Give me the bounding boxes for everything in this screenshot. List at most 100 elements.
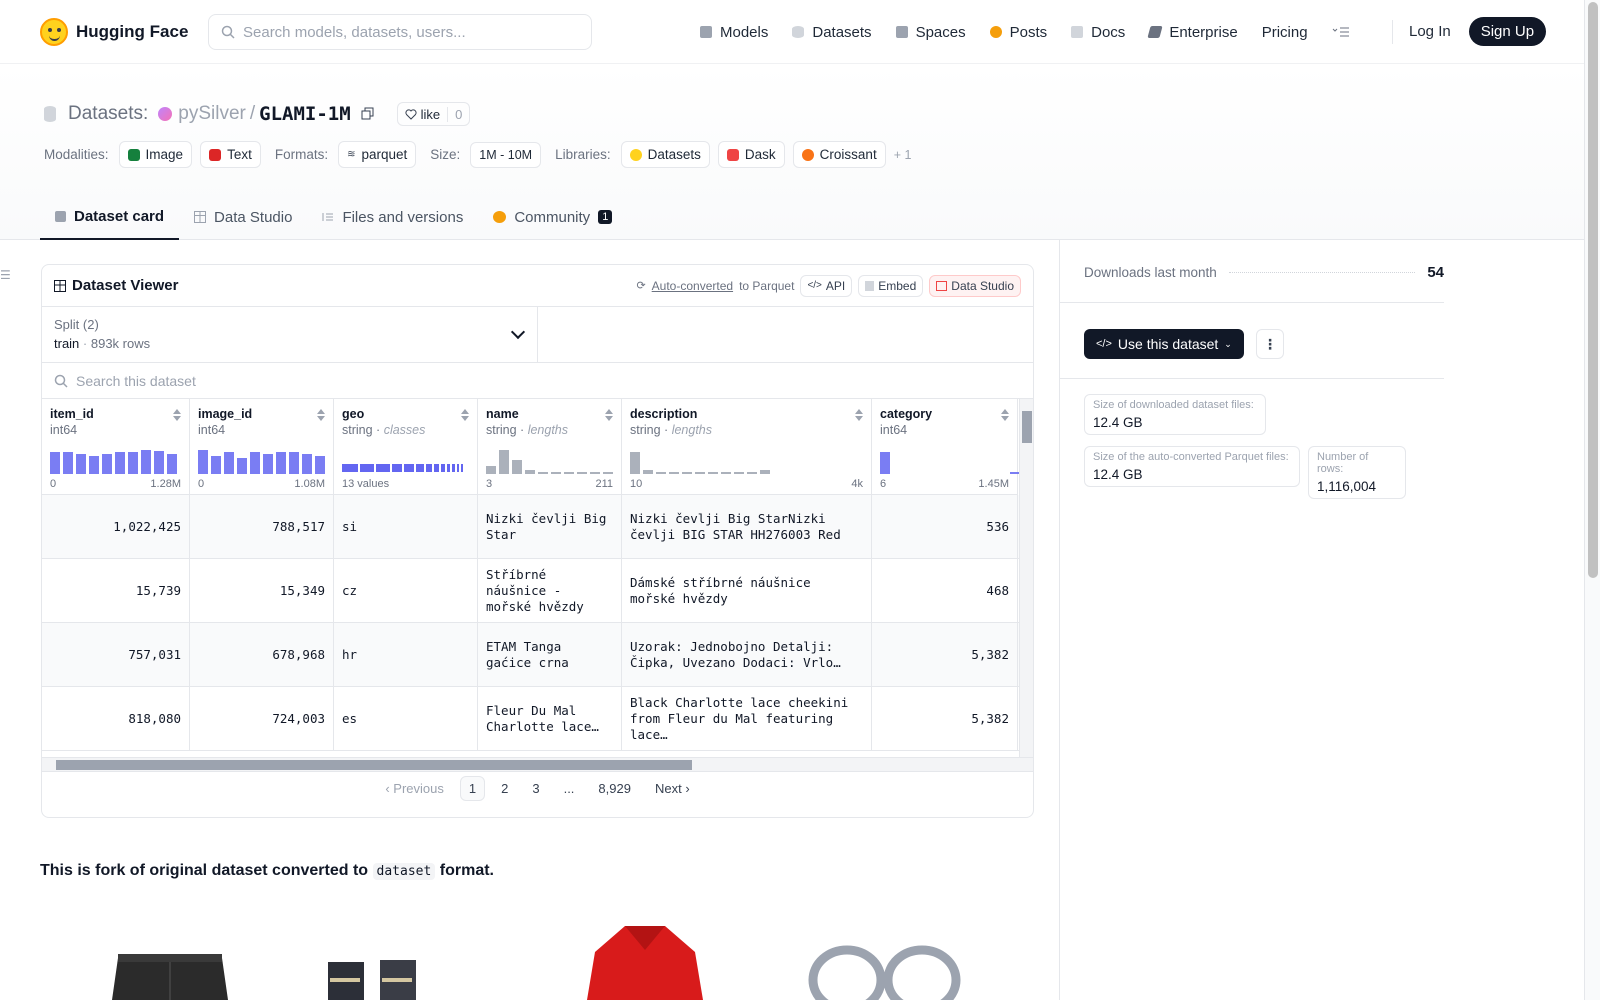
nav-enterprise[interactable]: Enterprise (1147, 24, 1238, 41)
page-3[interactable]: 3 (524, 777, 547, 800)
histogram-bar[interactable] (263, 454, 273, 474)
histogram-bar[interactable] (486, 466, 496, 474)
global-search-input[interactable]: Search models, datasets, users... (208, 14, 592, 50)
use-dataset-button[interactable]: </> Use this dataset ⌄ (1084, 329, 1244, 359)
table-cell-geo[interactable]: si (334, 495, 478, 558)
prev-page-button[interactable]: ‹ Previous (377, 777, 452, 800)
histogram-bar[interactable] (747, 472, 757, 474)
tab-files[interactable]: Files and versions (307, 194, 478, 240)
table-cell-item_id[interactable]: 15,739 (42, 559, 190, 622)
table-cell-image_id[interactable]: 788,517 (190, 495, 334, 558)
histogram-bar[interactable] (880, 452, 890, 474)
table-cell-description[interactable]: Uzorak: Jednobojno Detalji: Čipka, Uveza… (622, 623, 872, 686)
histogram-bar[interactable] (499, 450, 509, 474)
histogram-bar[interactable] (551, 472, 561, 474)
histogram-bar[interactable] (167, 454, 177, 474)
nav-posts[interactable]: Posts (989, 24, 1047, 41)
table-cell-category[interactable]: 536 (872, 495, 1018, 558)
column-header-name[interactable]: name string · lengths 3 211 (478, 399, 622, 495)
next-page-button[interactable]: Next › (647, 777, 698, 800)
histogram-bar[interactable] (564, 472, 574, 474)
histogram-bar[interactable] (721, 472, 731, 474)
column-header-geo[interactable]: geo string · classes 13 values (334, 399, 478, 495)
tag-image[interactable]: Image (118, 141, 193, 168)
column-header-image_id[interactable]: image_id int64 0 1.08M (190, 399, 334, 495)
table-cell-category[interactable]: 5,382 (872, 687, 1018, 750)
table-cell-geo[interactable]: es (334, 687, 478, 750)
histogram-bar[interactable] (237, 458, 247, 474)
table-cell-name[interactable]: Stříbrné náušnice - mořské hvězdy (478, 559, 622, 622)
sidebar-toggle-icon[interactable]: ☰ (0, 268, 11, 282)
histogram-bar[interactable] (276, 452, 286, 474)
histogram-bar[interactable] (154, 451, 164, 474)
sort-icon[interactable] (317, 409, 325, 421)
histogram-bar[interactable] (302, 454, 312, 474)
split-selector[interactable]: Split (2) train · 893k rows (42, 307, 538, 362)
table-cell-item_id[interactable]: 757,031 (42, 623, 190, 686)
histogram-bar[interactable] (141, 450, 151, 474)
table-cell-image_id[interactable]: 724,003 (190, 687, 334, 750)
table-row[interactable]: 818,080 724,003 es Fleur Du Mal Charlotte l… (42, 687, 1033, 751)
nav-spaces[interactable]: Spaces (895, 24, 966, 41)
histogram-bar[interactable] (695, 472, 705, 474)
data-studio-button[interactable]: Data Studio (929, 274, 1021, 297)
page-1[interactable]: 1 (459, 776, 486, 801)
tag-croissant[interactable]: Croissant (792, 141, 886, 168)
histogram-bar[interactable] (289, 452, 299, 474)
nav-pricing[interactable]: Pricing (1262, 24, 1308, 41)
table-cell-category[interactable]: 468 (872, 559, 1018, 622)
vertical-scrollbar[interactable] (1019, 399, 1033, 757)
histogram-bar[interactable] (643, 470, 653, 474)
page-scrollbar[interactable] (1584, 0, 1600, 1000)
histogram-bar[interactable] (102, 454, 112, 474)
auto-converted-link[interactable]: Auto-converted (652, 279, 733, 293)
signup-button[interactable]: Sign Up (1468, 17, 1547, 46)
histogram-bar[interactable] (708, 472, 718, 474)
table-cell-image_id[interactable]: 678,968 (190, 623, 334, 686)
sort-icon[interactable] (605, 409, 613, 421)
histogram-bar[interactable] (115, 452, 125, 474)
histogram-bar[interactable] (630, 452, 640, 474)
histogram-bar[interactable] (734, 472, 744, 474)
histogram-bar[interactable] (656, 472, 666, 474)
histogram-bar[interactable] (315, 456, 325, 474)
tag-parquet[interactable]: ≋ parquet (338, 141, 417, 168)
nav-models[interactable]: Models (700, 24, 768, 41)
repo-name[interactable]: GLAMI-1M (259, 103, 351, 125)
histogram-bar[interactable] (760, 470, 770, 474)
repo-owner[interactable]: pySilver (178, 103, 246, 125)
table-cell-description[interactable]: Nizki čevlji Big StarNizki čevlji BIG ST… (622, 495, 872, 558)
sort-icon[interactable] (855, 409, 863, 421)
tab-community[interactable]: Community 1 (478, 194, 627, 240)
table-cell-description[interactable]: Dámské stříbrné náušnice mořské hvězdy (622, 559, 872, 622)
table-cell-name[interactable]: Nizki čevlji Big Star (478, 495, 622, 558)
nav-docs[interactable]: Docs (1071, 24, 1125, 41)
tag-dask[interactable]: Dask (717, 141, 785, 168)
tag-datasets-lib[interactable]: Datasets (620, 141, 710, 168)
table-cell-item_id[interactable]: 1,022,425 (42, 495, 190, 558)
tab-dataset-card[interactable]: Dataset card (40, 194, 180, 240)
histogram-bar[interactable] (682, 472, 692, 474)
table-cell-description[interactable]: Black Charlotte lace cheekini from Fleur… (622, 687, 872, 750)
login-link[interactable]: Log In (1409, 23, 1451, 40)
sort-icon[interactable] (461, 409, 469, 421)
histogram-bar[interactable] (538, 472, 548, 474)
libraries-more[interactable]: + 1 (894, 148, 912, 162)
like-button[interactable]: like 0 (396, 102, 471, 126)
histogram-bar[interactable] (590, 472, 600, 474)
histogram-bar[interactable] (50, 452, 60, 474)
embed-button[interactable]: Embed (858, 274, 924, 297)
repo-type-label[interactable]: Datasets: (68, 103, 148, 125)
nav-datasets[interactable]: Datasets (792, 24, 872, 41)
histogram-bar[interactable] (512, 460, 522, 474)
page-scroll-thumb[interactable] (1588, 2, 1598, 578)
api-button[interactable]: </> API (800, 274, 853, 297)
sort-icon[interactable] (173, 409, 181, 421)
tag-text[interactable]: Text (200, 141, 261, 168)
dataset-search-input[interactable]: Search this dataset (42, 363, 1033, 399)
histogram-bar[interactable] (76, 454, 86, 474)
histogram-bar[interactable] (669, 472, 679, 474)
table-cell-item_id[interactable]: 818,080 (42, 687, 190, 750)
histogram-bar[interactable] (577, 472, 587, 474)
tag-size[interactable]: 1M - 10M (470, 141, 542, 168)
